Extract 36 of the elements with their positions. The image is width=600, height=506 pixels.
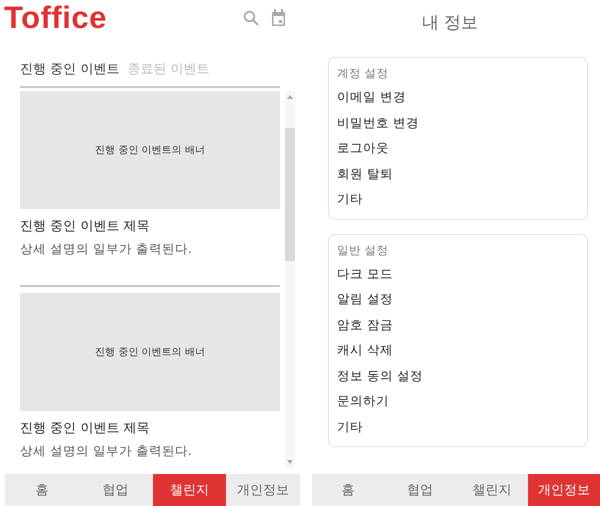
settings-item[interactable]: 회원 탈퇴 [337,166,579,191]
event-tab[interactable]: 진행 중인 이벤트 [20,60,120,78]
page-title: 내 정보 [420,12,480,34]
nav-tab[interactable]: 협업 [384,474,456,506]
event-description: 상세 설명의 일부가 출력된다. [20,241,193,258]
nav-tab[interactable]: 개인정보 [528,474,600,506]
settings-item[interactable]: 기타 [337,191,579,216]
settings-item[interactable]: 다크 모드 [337,266,579,291]
scroll-up-icon[interactable] [287,95,293,99]
settings-item[interactable]: 이메일 변경 [337,89,579,114]
calendar-icon[interactable] [271,9,286,27]
settings-item[interactable]: 알림 설정 [337,291,579,316]
settings-item[interactable]: 정보 동의 설정 [337,368,579,393]
settings-item[interactable]: 문의하기 [337,393,579,418]
nav-tab[interactable]: 홈 [312,474,384,506]
nav-tab[interactable]: 홈 [5,474,79,506]
event-description: 상세 설명의 일부가 출력된다. [20,443,193,460]
nav-tab[interactable]: 챌린지 [152,474,226,506]
settings-item[interactable]: 캐시 삭제 [337,342,579,368]
section-heading: 일반 설정 [337,242,390,258]
settings-item[interactable]: 암호 잠금 [337,316,579,342]
event-title: 진행 중인 이벤트 제목 [20,420,150,437]
nav-tab[interactable]: 챌린지 [456,474,528,506]
event-banner[interactable]: 진행 중인 이벤트의 배너 [20,91,280,209]
search-icon[interactable] [243,10,259,26]
nav-tab[interactable]: 개인정보 [226,474,300,506]
settings-item[interactable]: 기타 [337,418,579,444]
scroll-down-icon[interactable] [287,460,293,464]
section-heading: 계정 설정 [337,66,390,81]
nav-tab[interactable]: 협업 [78,474,152,506]
app-logo: Toffice [4,0,107,36]
settings-item[interactable]: 로그아웃 [337,140,579,166]
event-title: 진행 중인 이벤트 제목 [20,218,150,235]
event-banner[interactable]: 진행 중인 이벤트의 배너 [20,293,280,411]
settings-item[interactable]: 비밀번호 변경 [337,114,579,140]
scrollbar[interactable] [285,91,295,468]
